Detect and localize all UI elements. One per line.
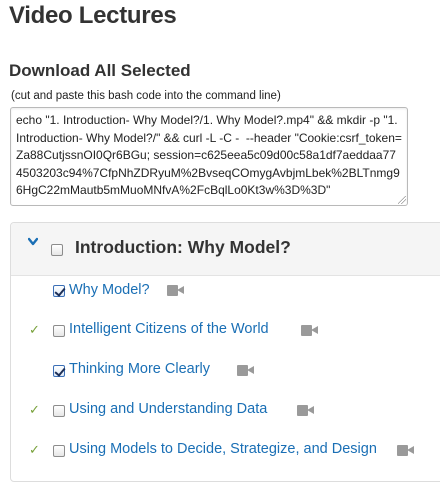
page-title: Video Lectures [9,2,177,29]
watched-check-icon: ✓ [29,322,40,337]
video-camera-icon [397,445,414,456]
lecture-checkbox[interactable] [53,285,65,297]
watched-check-icon: ✓ [29,442,40,457]
section-checkbox[interactable] [51,244,63,256]
bash-code-text[interactable]: echo "1. Introduction- Why Model?/1. Why… [11,108,407,204]
video-camera-icon [297,405,314,416]
lecture-checkbox[interactable] [53,365,65,377]
lecture-link[interactable]: Intelligent Citizens of the World [69,321,269,337]
lecture-link[interactable]: Thinking More Clearly [69,361,210,377]
watched-check-icon: ✓ [29,402,40,417]
lecture-link[interactable]: Using Models to Decide, Strategize, and … [69,441,377,457]
video-camera-icon [237,365,254,376]
chevron-down-icon[interactable] [28,237,38,247]
lecture-checkbox[interactable] [53,325,65,337]
lecture-link[interactable]: Why Model? [69,282,150,298]
video-camera-icon [167,285,184,296]
lecture-checkbox[interactable] [53,445,65,457]
section-title: Introduction: Why Model? [75,237,291,257]
section-header[interactable]: Introduction: Why Model? [11,223,440,276]
download-hint: (cut and paste this bash code into the c… [11,90,281,102]
resize-grip-icon[interactable] [398,196,406,204]
bash-code-textarea[interactable]: echo "1. Introduction- Why Model?/1. Why… [10,107,408,206]
video-camera-icon [301,325,318,336]
lecture-link[interactable]: Using and Understanding Data [69,401,267,417]
download-heading: Download All Selected [9,61,191,80]
lecture-checkbox[interactable] [53,405,65,417]
